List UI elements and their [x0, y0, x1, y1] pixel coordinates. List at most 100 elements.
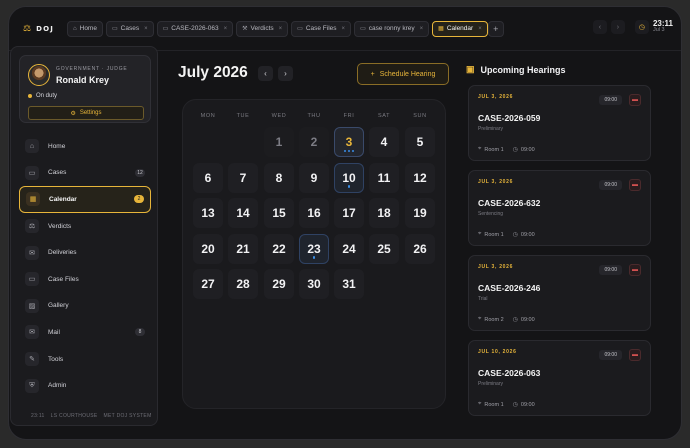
tab-case-ronny-krey[interactable]: ▭ case ronny krey ×	[354, 20, 430, 37]
delete-button[interactable]: ▬	[629, 264, 641, 276]
calendar-day[interactable]: 15	[264, 198, 294, 228]
delete-button[interactable]: ▬	[629, 349, 641, 361]
tab-verdicts[interactable]: ⚒ Verdicts ×	[236, 20, 289, 37]
clock-date: Jul 3	[652, 27, 665, 34]
tab-home[interactable]: ⌂ Home	[67, 20, 103, 37]
delete-button[interactable]: ▬	[629, 94, 641, 106]
tab-cases[interactable]: ▭ Cases ×	[105, 20, 154, 37]
tab-label: Home	[79, 25, 97, 32]
status-dot	[28, 94, 32, 98]
tab-case-2026-063[interactable]: ▭ CASE-2026-063 ×	[156, 20, 234, 37]
calendar-day[interactable]: 31	[334, 269, 364, 299]
location-pin-icon: ⌖	[478, 146, 482, 152]
day-number: 17	[342, 206, 356, 220]
tab-calendar[interactable]: ▦ Calendar ×	[432, 20, 488, 37]
hearing-card[interactable]: JUL 3, 2026 09:00 ▬ CASE-2026-059 Preliminar…	[468, 85, 651, 161]
hearing-date: JUL 10, 2026	[478, 349, 517, 355]
hearing-room: Room 1	[484, 401, 504, 408]
calendar-day[interactable]: 29	[264, 269, 294, 299]
calendar-day[interactable]: 9	[299, 162, 329, 193]
calendar-day[interactable]: 1	[264, 127, 294, 157]
close-icon[interactable]: ×	[279, 26, 283, 32]
schedule-hearing-button[interactable]: + Schedule Hearing	[357, 63, 449, 85]
tab-label: Verdicts	[250, 25, 274, 32]
day-number: 15	[272, 206, 286, 220]
hearings-title: Upcoming Hearings	[480, 64, 566, 75]
sidebar-item-case-files[interactable]: ▭ Case Files	[19, 266, 151, 293]
calendar-day[interactable]: 4	[369, 127, 399, 157]
calendar-day[interactable]: 16	[299, 198, 329, 228]
hearing-time: 09:00	[520, 401, 535, 408]
calendar-icon: ▦	[438, 26, 444, 32]
close-icon[interactable]: ×	[342, 26, 346, 32]
sidebar-item-deliveries[interactable]: ✉ Deliveries	[19, 239, 151, 266]
calendar-day[interactable]: 14	[228, 198, 258, 228]
brand-label: DOJ	[36, 24, 55, 33]
hearing-card[interactable]: JUL 3, 2026 09:00 ▬ CASE-2026-632 Sentencing…	[468, 170, 651, 246]
next-month-button[interactable]: ›	[278, 66, 293, 81]
sidebar-item-label: Deliveries	[48, 249, 77, 257]
day-number: 14	[236, 206, 250, 220]
hearing-meta: ⌖ Room 1 ◷ 09:00	[478, 231, 535, 238]
calendar-day[interactable]: 11	[369, 162, 399, 193]
day-number: 16	[307, 206, 321, 220]
calendar-day[interactable]: 10	[334, 162, 364, 193]
close-icon[interactable]: ×	[420, 26, 424, 32]
day-number: 4	[380, 135, 388, 149]
calendar-day[interactable]: 12	[405, 162, 435, 193]
tab-case-files[interactable]: ▭ Case Files ×	[291, 20, 352, 37]
calendar-day[interactable]: 8	[264, 162, 294, 193]
settings-button[interactable]: ⚙ Settings	[28, 106, 144, 120]
day-number: 18	[377, 206, 391, 220]
sidebar-item-mail[interactable]: ✉ Mail 8	[19, 319, 151, 346]
brand: ⚖ DOJ	[23, 23, 63, 34]
duty-status: On duty	[28, 93, 57, 99]
close-icon[interactable]: ×	[478, 26, 482, 32]
day-number: 20	[201, 241, 215, 256]
event-dot	[351, 149, 355, 152]
wrench-icon: ✎	[25, 352, 39, 367]
calendar-day[interactable]: 2	[299, 127, 329, 157]
hearing-card[interactable]: JUL 10, 2026 09:00 ▬ CASE-2026-063 Prelimina…	[468, 340, 651, 416]
day-number: 12	[413, 170, 427, 185]
sidebar-item-cases[interactable]: ▭ Cases 12	[19, 160, 151, 187]
calendar-day[interactable]: 25	[369, 233, 399, 264]
calendar-day[interactable]: 13	[193, 198, 223, 228]
calendar-day[interactable]: 6	[193, 162, 223, 193]
forward-button[interactable]: ›	[610, 20, 625, 35]
delete-button[interactable]: ▬	[629, 179, 641, 191]
sidebar-item-calendar[interactable]: ▦ Calendar 2	[19, 186, 151, 213]
calendar-day[interactable]: 5	[405, 127, 435, 157]
calendar-day[interactable]: 21	[228, 233, 258, 264]
inbox-icon: ✉	[25, 245, 39, 260]
back-button[interactable]: ‹	[592, 20, 607, 35]
hearing-card[interactable]: JUL 3, 2026 09:00 ▬ CASE-2026-246 Trial ⌖ Room…	[468, 255, 651, 331]
calendar-day[interactable]: 24	[334, 233, 364, 264]
calendar-day[interactable]: 28	[228, 269, 258, 299]
tab-label: Cases	[120, 25, 140, 32]
sidebar-item-tools[interactable]: ✎ Tools	[19, 346, 151, 373]
calendar-day[interactable]: 7	[228, 162, 258, 193]
calendar-day[interactable]: 19	[405, 198, 435, 228]
calendar-day[interactable]: 23	[299, 233, 329, 264]
tab-label: CASE-2026-063	[171, 25, 219, 32]
close-icon[interactable]: ×	[224, 26, 228, 32]
calendar-day[interactable]: 17	[334, 198, 364, 228]
user-role: Government · Judge	[56, 66, 128, 72]
hearing-room: Room 1	[484, 146, 504, 153]
sidebar-item-home[interactable]: ⌂ Home	[19, 133, 151, 160]
calendar-day[interactable]: 30	[299, 269, 329, 299]
sidebar-item-admin[interactable]: ⛨ Admin	[19, 372, 151, 399]
prev-month-button[interactable]: ‹	[258, 66, 273, 81]
sidebar-item-verdicts[interactable]: ⚖ Verdicts	[19, 213, 151, 240]
calendar-day[interactable]: 3	[334, 127, 364, 157]
calendar-day[interactable]: 27	[193, 269, 223, 299]
calendar-day[interactable]: 18	[369, 198, 399, 228]
hearing-type: Preliminary	[478, 126, 504, 132]
close-icon[interactable]: ×	[144, 26, 148, 32]
calendar-day[interactable]: 20	[193, 233, 223, 264]
add-tab-button[interactable]: +	[487, 20, 504, 37]
sidebar-item-gallery[interactable]: ▨ Gallery	[19, 293, 151, 320]
calendar-day[interactable]: 22	[264, 233, 294, 264]
calendar-day[interactable]: 26	[405, 233, 435, 264]
